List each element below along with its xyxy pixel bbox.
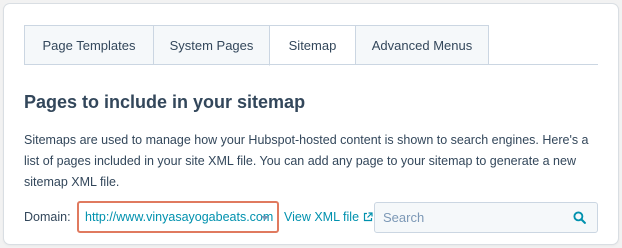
chevron-down-icon xyxy=(261,216,269,220)
tab-advanced-menus[interactable]: Advanced Menus xyxy=(355,25,489,65)
search-box xyxy=(374,202,598,233)
section-title: Pages to include in your sitemap xyxy=(24,92,306,112)
view-xml-file-label: View XML file xyxy=(284,210,360,224)
domain-select[interactable]: http://www.vinyasayogabeats.com xyxy=(77,201,279,233)
section-description: Sitemaps are used to manage how your Hub… xyxy=(24,133,589,189)
search-input[interactable] xyxy=(375,203,563,232)
settings-panel: Page Templates System Pages Sitemap Adva… xyxy=(4,4,618,244)
tab-sitemap[interactable]: Sitemap xyxy=(269,25,355,66)
view-xml-file-link[interactable]: View XML file xyxy=(284,210,373,224)
tab-divider xyxy=(24,64,598,65)
external-link-icon xyxy=(363,212,373,222)
tab-page-templates[interactable]: Page Templates xyxy=(24,25,153,65)
search-icon[interactable] xyxy=(573,211,586,224)
tab-system-pages[interactable]: System Pages xyxy=(153,25,269,65)
domain-label: Domain: xyxy=(24,210,71,224)
tab-bar: Page Templates System Pages Sitemap Adva… xyxy=(24,25,489,67)
domain-select-value: http://www.vinyasayogabeats.com xyxy=(85,210,274,224)
domain-row: Domain: http://www.vinyasayogabeats.com … xyxy=(24,201,604,235)
